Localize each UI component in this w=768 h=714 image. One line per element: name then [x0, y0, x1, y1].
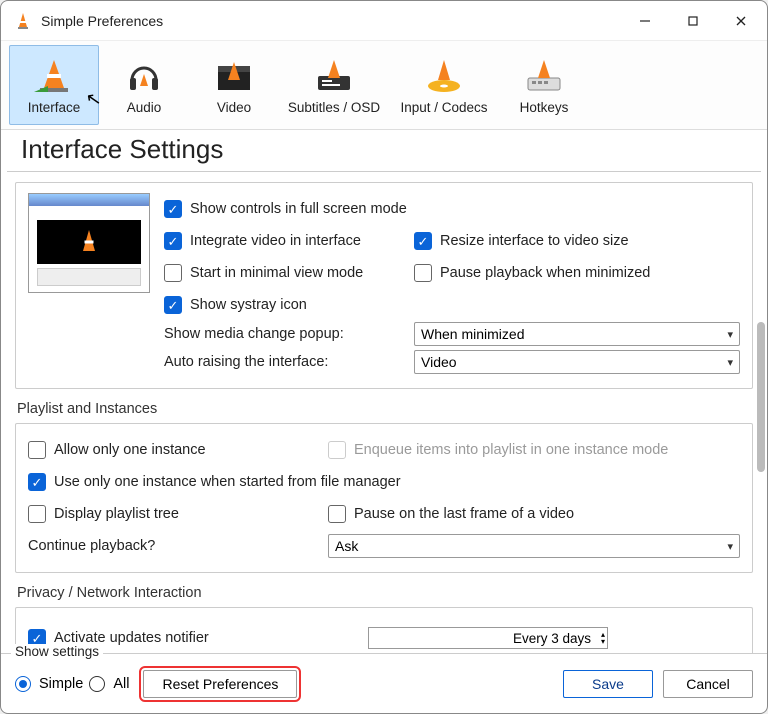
- skin-preview: [28, 193, 150, 293]
- disc-icon: [424, 56, 464, 96]
- checkbox-pause-minimized[interactable]: [414, 264, 432, 282]
- label: Pause on the last frame of a video: [354, 506, 574, 522]
- maximize-button[interactable]: [671, 5, 715, 37]
- category-toolbar: Interface Audio Video Subtitles / OSD In…: [1, 41, 767, 130]
- window-controls: [623, 5, 763, 37]
- titlebar: Simple Preferences: [1, 1, 767, 41]
- tab-subtitles[interactable]: Subtitles / OSD: [279, 45, 389, 125]
- tab-hotkeys[interactable]: Hotkeys: [499, 45, 589, 125]
- checkbox-one-instance[interactable]: [28, 441, 46, 459]
- tab-interface[interactable]: Interface: [9, 45, 99, 125]
- clapper-icon: [214, 56, 254, 96]
- scrollbar[interactable]: [757, 322, 765, 472]
- tab-video[interactable]: Video: [189, 45, 279, 125]
- tab-label: Input / Codecs: [400, 100, 487, 115]
- app-icon: [13, 11, 33, 31]
- label-auto-raise: Auto raising the interface:: [164, 354, 414, 370]
- label: Allow only one instance: [54, 442, 206, 458]
- footer: Show settings Simple All Reset Preferenc…: [1, 653, 767, 713]
- label: Pause playback when minimized: [440, 265, 650, 281]
- label: Start in minimal view mode: [190, 265, 363, 281]
- minimize-button[interactable]: [623, 5, 667, 37]
- reset-highlight: Reset Preferences: [139, 666, 301, 702]
- label: Integrate video in interface: [190, 233, 361, 249]
- label: Enqueue items into playlist in one insta…: [354, 442, 668, 458]
- save-button[interactable]: Save: [563, 670, 653, 698]
- close-button[interactable]: [719, 5, 763, 37]
- label: Resize interface to video size: [440, 233, 629, 249]
- section-playlist: Playlist and Instances: [17, 401, 753, 417]
- tab-label: Hotkeys: [520, 100, 569, 115]
- preferences-window: Simple Preferences Interface Audio Video…: [0, 0, 768, 714]
- section-privacy: Privacy / Network Interaction: [17, 585, 753, 601]
- checkbox-pause-last-frame[interactable]: [328, 505, 346, 523]
- checkbox-minimal-view[interactable]: [164, 264, 182, 282]
- tab-input[interactable]: Input / Codecs: [389, 45, 499, 125]
- radio-simple[interactable]: [15, 676, 31, 692]
- checkbox-playlist-tree[interactable]: [28, 505, 46, 523]
- checkbox-file-manager-instance[interactable]: [28, 473, 46, 491]
- label: Show controls in full screen mode: [190, 201, 407, 217]
- headphones-icon: [124, 56, 164, 96]
- label-media-popup: Show media change popup:: [164, 326, 414, 342]
- radio-all[interactable]: [89, 676, 105, 692]
- select-continue-playback[interactable]: Ask: [328, 534, 740, 558]
- cone-icon: [34, 56, 74, 96]
- checkbox-integrate-video[interactable]: [164, 232, 182, 250]
- show-settings-label: Show settings: [11, 644, 103, 659]
- label: Show systray icon: [190, 297, 307, 313]
- label-continue-playback: Continue playback?: [28, 538, 328, 554]
- label: Display playlist tree: [54, 506, 179, 522]
- radio-group-mode: Simple All: [15, 676, 129, 692]
- tab-label: Audio: [127, 100, 162, 115]
- checkbox-enqueue: [328, 441, 346, 459]
- cancel-button[interactable]: Cancel: [663, 670, 753, 698]
- select-media-popup[interactable]: When minimized: [414, 322, 740, 346]
- label: Use only one instance when started from …: [54, 474, 401, 490]
- tab-label: Subtitles / OSD: [288, 100, 380, 115]
- spin-update-days[interactable]: Every 3 days: [368, 627, 608, 649]
- look-feel-panel: Show controls in full screen mode Integr…: [15, 182, 753, 389]
- page-title: Interface Settings: [7, 130, 761, 172]
- checkbox-systray[interactable]: [164, 296, 182, 314]
- keyboard-icon: [524, 56, 564, 96]
- select-auto-raise[interactable]: Video: [414, 350, 740, 374]
- tab-label: Video: [217, 100, 251, 115]
- checkbox-resize-interface[interactable]: [414, 232, 432, 250]
- settings-scroll-area[interactable]: Show controls in full screen mode Integr…: [1, 172, 767, 653]
- tab-label: Interface: [28, 100, 81, 115]
- reset-preferences-button[interactable]: Reset Preferences: [143, 670, 297, 698]
- tab-audio[interactable]: Audio: [99, 45, 189, 125]
- checkbox-fullscreen-controls[interactable]: [164, 200, 182, 218]
- privacy-panel: Activate updates notifier Every 3 days S…: [15, 607, 753, 653]
- subtitles-icon: [314, 56, 354, 96]
- window-title: Simple Preferences: [41, 13, 623, 29]
- playlist-panel: Allow only one instance Enqueue items in…: [15, 423, 753, 573]
